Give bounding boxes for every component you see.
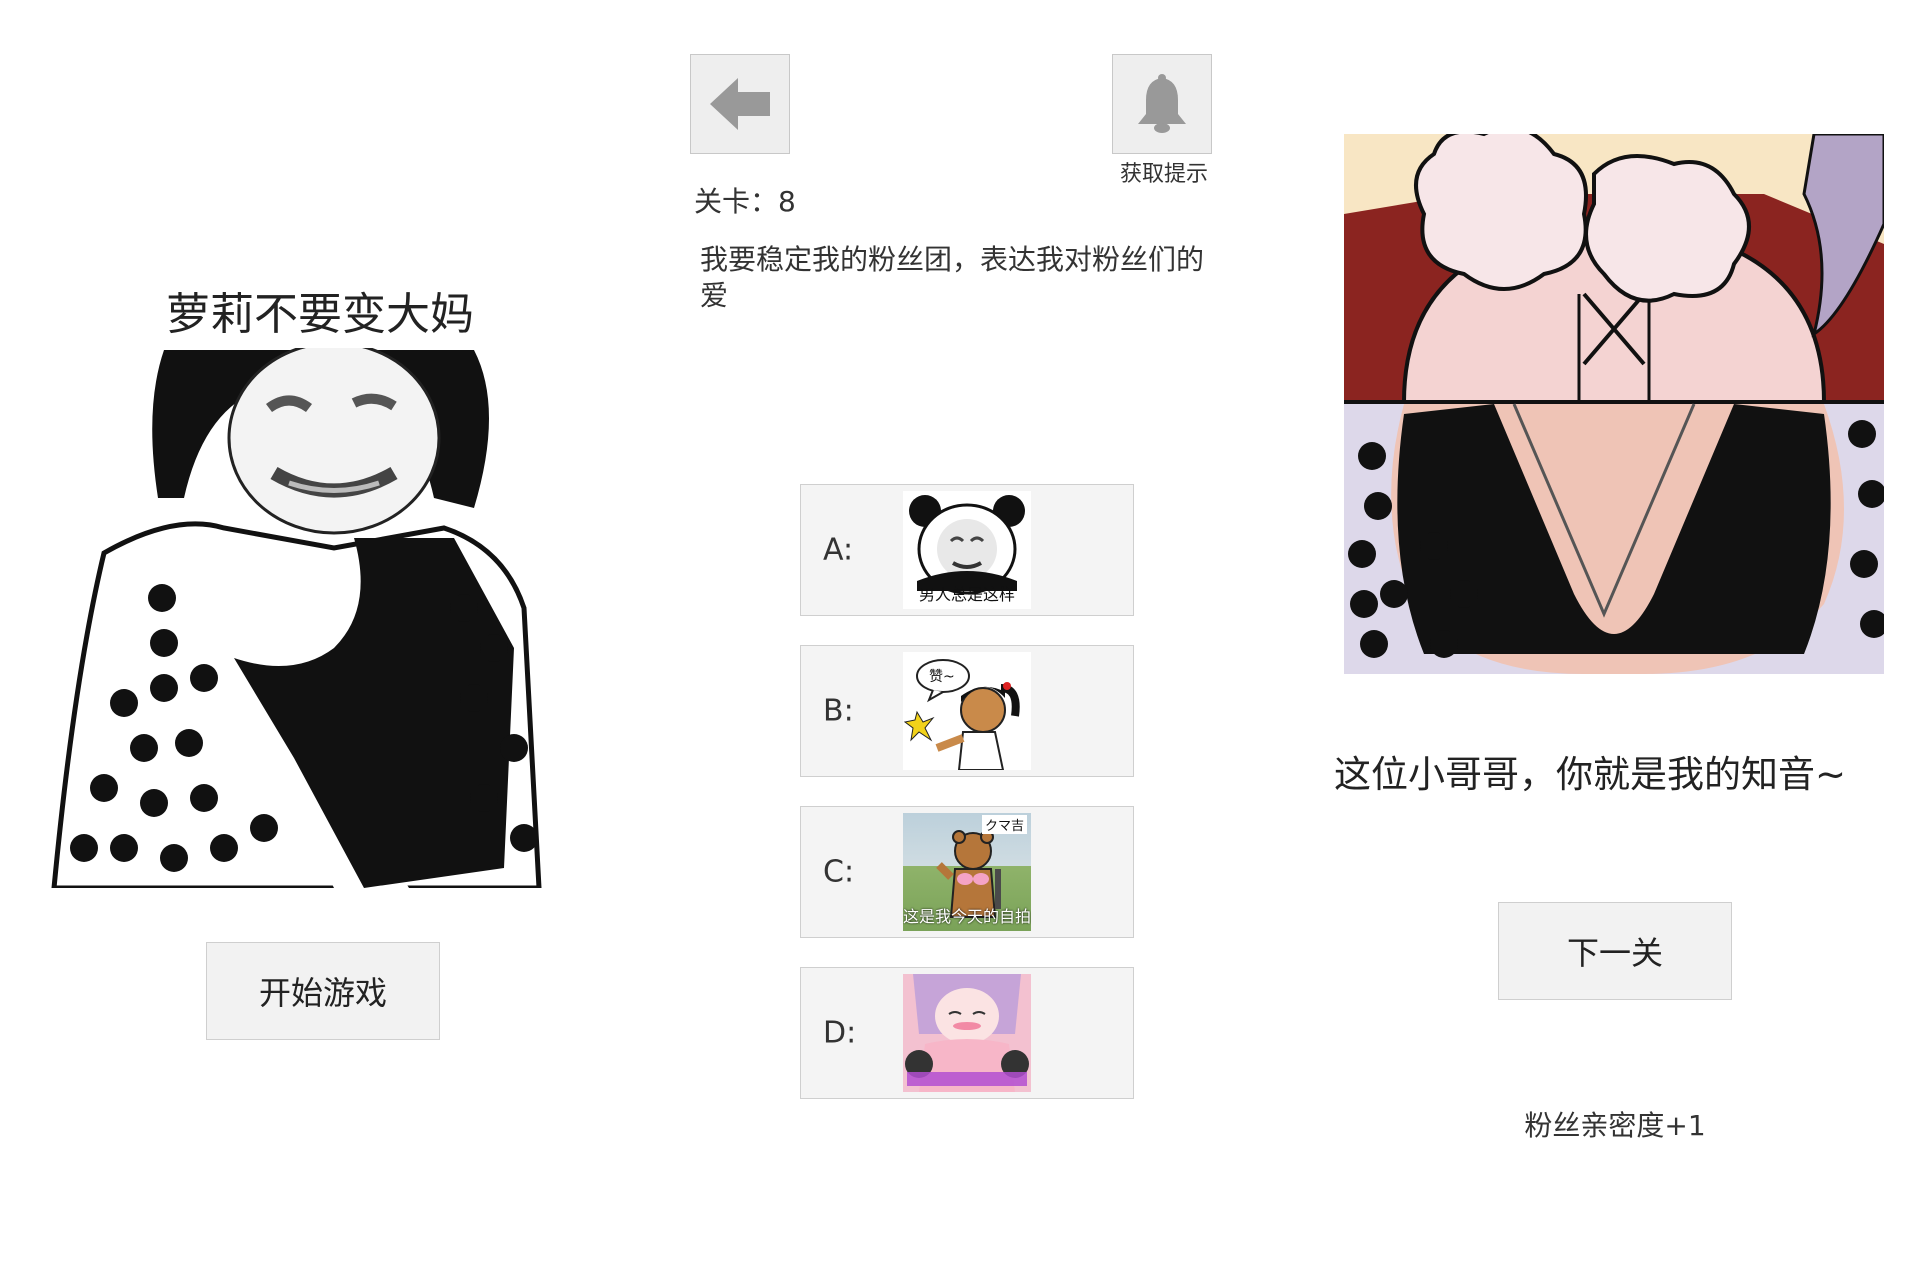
panda-meme-image: 男人总是这样: [903, 491, 1031, 609]
image-caption: 男人总是这样: [918, 585, 1015, 604]
option-letter: C:: [823, 854, 855, 890]
image-caption: 这是我今天的自拍: [903, 907, 1031, 926]
question-screen: 获取提示 关卡：8 我要稳定我的粉丝团，表达我对粉丝们的爱 A: 男人总是这样 …: [640, 0, 1280, 1280]
level-indicator: 关卡：8: [694, 185, 796, 218]
option-letter: D:: [823, 1015, 857, 1051]
image-tag: クマ吉: [981, 815, 1027, 834]
result-comic-image: [1344, 134, 1884, 674]
question-text: 我要稳定我的粉丝团，表达我对粉丝们的爱: [700, 243, 1205, 312]
result-screen: 这位小哥哥，你就是我的知音~ 下一关 粉丝亲密度+1: [1280, 0, 1920, 1280]
back-arrow-icon: [710, 78, 770, 130]
reward-text: 粉丝亲密度+1: [1524, 1109, 1706, 1142]
hint-label[interactable]: 获取提示: [1112, 156, 1216, 188]
start-screen: 萝莉不要变大妈 开始游戏: [0, 0, 620, 1280]
option-letter: B:: [823, 693, 854, 729]
option-d[interactable]: D:: [800, 967, 1134, 1099]
hint-button[interactable]: [1112, 54, 1212, 154]
speech-bubble-text: 赞~: [929, 669, 955, 685]
next-level-button[interactable]: 下一关: [1498, 902, 1732, 1000]
option-c[interactable]: C: クマ吉 这是我今天的自拍: [800, 806, 1134, 938]
result-message: 这位小哥哥，你就是我的知音~: [1334, 753, 1847, 796]
game-title: 萝莉不要变大妈: [166, 289, 474, 340]
option-a[interactable]: A: 男人总是这样: [800, 484, 1134, 616]
anime-girl-image: [903, 974, 1031, 1092]
bell-icon: [1138, 74, 1186, 133]
meme-character-illustration: [51, 348, 542, 888]
bear-selfie-image: クマ吉 这是我今天的自拍: [903, 813, 1031, 931]
option-letter: A:: [823, 532, 854, 568]
start-game-button[interactable]: 开始游戏: [206, 942, 440, 1040]
option-b[interactable]: B: 赞~: [800, 645, 1134, 777]
cartoon-girl-image: 赞~: [903, 652, 1031, 770]
back-button[interactable]: [690, 54, 790, 154]
